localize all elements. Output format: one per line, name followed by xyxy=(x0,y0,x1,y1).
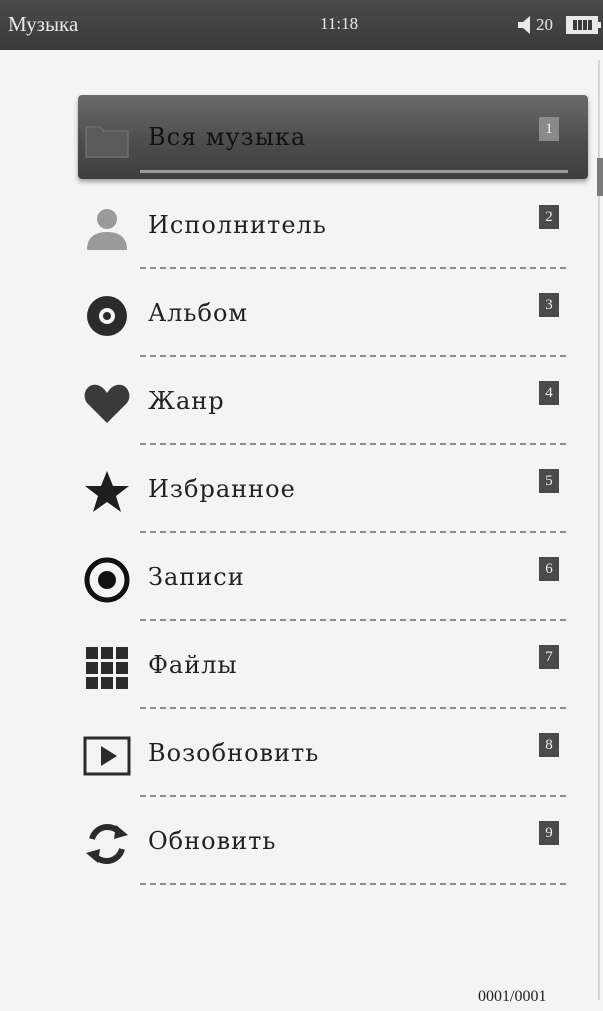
menu-item-number: 3 xyxy=(539,293,559,317)
folder-icon xyxy=(82,115,132,165)
menu-item-recordings[interactable]: Записи 6 xyxy=(78,535,588,623)
menu-item-number: 2 xyxy=(539,205,559,229)
record-icon xyxy=(82,555,132,605)
menu-item-label: Записи xyxy=(148,563,245,591)
disc-icon xyxy=(82,291,132,341)
volume-level: 20 xyxy=(536,15,553,34)
menu-item-number: 7 xyxy=(539,645,559,669)
divider xyxy=(140,267,566,269)
menu-item-label: Альбом xyxy=(148,299,249,327)
refresh-icon xyxy=(82,819,132,869)
divider xyxy=(140,707,566,709)
menu-item-label: Исполнитель xyxy=(148,211,327,239)
menu-item-number: 1 xyxy=(539,117,559,141)
menu-item-number: 6 xyxy=(539,557,559,581)
page-counter: 0001/0001 xyxy=(478,988,547,1005)
menu-item-label: Обновить xyxy=(148,827,277,855)
scrollbar-thumb[interactable] xyxy=(597,158,603,196)
menu-item-label: Файлы xyxy=(148,651,238,679)
play-icon xyxy=(82,731,132,781)
menu-item-favorites[interactable]: Избранное 5 xyxy=(78,447,588,535)
menu-item-number: 8 xyxy=(539,733,559,757)
menu-item-label: Избранное xyxy=(148,475,296,503)
star-icon xyxy=(82,467,132,517)
app-title: Музыка xyxy=(8,12,79,36)
heart-icon xyxy=(82,379,132,429)
divider xyxy=(140,619,566,621)
divider xyxy=(140,170,568,173)
divider xyxy=(140,355,566,357)
speaker-icon xyxy=(518,16,530,34)
clock: 11:18 xyxy=(320,14,359,33)
menu-item-files[interactable]: Файлы 7 xyxy=(78,623,588,711)
menu-item-label: Жанр xyxy=(148,387,225,415)
menu-item-number: 5 xyxy=(539,469,559,493)
volume-indicator[interactable]: 20 xyxy=(518,13,553,37)
divider xyxy=(140,531,566,533)
person-icon xyxy=(82,203,132,253)
menu-item-label: Возобновить xyxy=(148,739,320,767)
menu-item-genre[interactable]: Жанр 4 xyxy=(78,359,588,447)
menu-item-artist[interactable]: Исполнитель 2 xyxy=(78,183,588,271)
scrollbar-track[interactable] xyxy=(598,60,600,1000)
status-bar: Музыка 11:18 20 xyxy=(0,0,603,50)
divider xyxy=(140,883,566,885)
menu-item-album[interactable]: Альбом 3 xyxy=(78,271,588,359)
battery-full-icon xyxy=(566,16,601,34)
menu-item-number: 9 xyxy=(539,821,559,845)
menu-item-label: Вся музыка xyxy=(148,123,307,151)
divider xyxy=(140,443,566,445)
grid-icon xyxy=(82,643,132,693)
menu-item-refresh[interactable]: Обновить 9 xyxy=(78,799,588,887)
menu-item-all-music[interactable]: Вся музыка 1 xyxy=(78,95,588,179)
menu-item-resume[interactable]: Возобновить 8 xyxy=(78,711,588,799)
divider xyxy=(140,795,566,797)
menu-item-number: 4 xyxy=(539,381,559,405)
